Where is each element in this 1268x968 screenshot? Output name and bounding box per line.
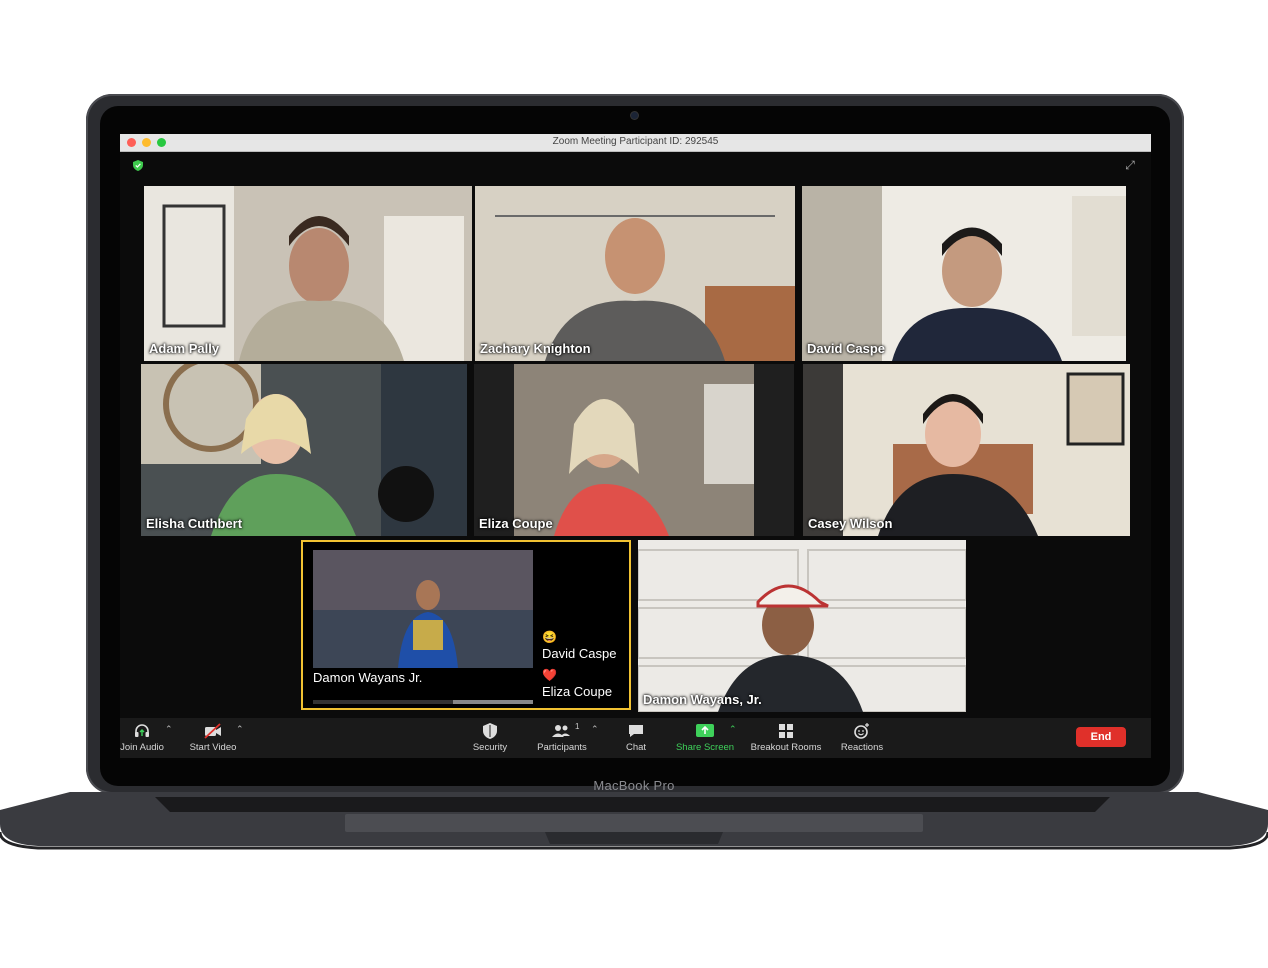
fullscreen-icon[interactable]: ⤢ — [1123, 158, 1137, 172]
participant-name: Adam Pally — [149, 341, 220, 356]
chat-bubble-icon — [629, 725, 643, 737]
participant-video — [475, 186, 795, 361]
heart-emoji-icon: ❤️ — [542, 668, 557, 682]
reaction-name: Eliza Coupe — [542, 684, 613, 699]
video-tile-zachary-knighton[interactable]: Zachary Knighton — [475, 186, 795, 361]
laughing-emoji-icon: 😆 — [542, 630, 557, 644]
shield-icon — [483, 723, 497, 739]
participants-button[interactable]: Participants — [533, 722, 591, 753]
participants-icon — [552, 725, 570, 737]
participant-name: Casey Wilson — [808, 516, 893, 531]
window-title: Zoom Meeting Participant ID: 292545 — [552, 136, 719, 147]
smiley-plus-icon — [854, 723, 869, 739]
headphones-icon — [135, 724, 149, 737]
video-tile-david-caspe[interactable]: David Caspe — [802, 186, 1126, 361]
share-screen-button[interactable]: Share Screen — [673, 722, 737, 753]
participants-label: Participants — [537, 742, 587, 753]
breakout-rooms-icon — [779, 724, 793, 738]
shared-video-clip — [313, 550, 533, 668]
reactions-label: Reactions — [840, 742, 884, 753]
participant-name: Zachary Knighton — [480, 341, 591, 356]
laptop-base — [0, 792, 1268, 850]
audio-options-caret[interactable]: ⌃ — [165, 724, 173, 735]
participant-video — [803, 364, 1130, 536]
participants-count: 1 — [575, 722, 580, 731]
participant-name: Damon Wayans, Jr. — [643, 692, 762, 707]
participant-video — [802, 186, 1126, 361]
security-button[interactable]: Security — [468, 722, 512, 753]
participant-name: Elisha Cuthbert — [146, 516, 243, 531]
participant-name: Eliza Coupe — [479, 516, 553, 531]
encryption-shield-icon[interactable] — [133, 160, 143, 171]
zoom-window: Zoom Meeting Participant ID: 292545 ⤢ Ad… — [120, 134, 1151, 758]
participant-video — [141, 364, 467, 536]
video-options-caret[interactable]: ⌃ — [236, 724, 244, 735]
reactions-button[interactable]: Reactions — [838, 722, 886, 753]
video-off-icon — [204, 723, 221, 739]
video-tile-damon-wayans-jr[interactable]: Damon Wayans, Jr. — [638, 540, 966, 712]
participant-name: David Caspe — [807, 341, 886, 356]
device-brand-label: MacBook Pro — [593, 778, 675, 793]
video-tile-elisha-cuthbert[interactable]: Elisha Cuthbert — [141, 364, 467, 536]
join-audio-label: Join Audio — [120, 742, 164, 753]
participants-options-caret[interactable]: ⌃ — [591, 724, 599, 735]
shared-video-frame — [313, 550, 533, 668]
video-progress-bar[interactable] — [313, 700, 533, 704]
title-bar: Zoom Meeting Participant ID: 292545 — [120, 134, 1151, 152]
share-screen-label: Share Screen — [675, 742, 735, 753]
shared-video-panel[interactable]: Damon Wayans Jr. 😆 David Caspe ❤️ Eliza … — [301, 540, 631, 710]
video-tile-casey-wilson[interactable]: Casey Wilson — [803, 364, 1130, 536]
join-audio-button[interactable]: Join Audio — [120, 722, 166, 753]
breakout-rooms-label: Breakout Rooms — [750, 742, 822, 753]
security-label: Security — [472, 742, 508, 753]
shared-video-caption: Damon Wayans Jr. — [313, 670, 423, 685]
start-video-button[interactable]: Start Video — [186, 722, 240, 753]
webcam — [631, 112, 638, 119]
reaction-name: David Caspe — [542, 646, 617, 661]
participant-video — [474, 364, 794, 536]
end-meeting-button[interactable]: End — [1076, 727, 1126, 747]
chat-button[interactable]: Chat — [620, 722, 652, 753]
video-progress-fill — [453, 700, 533, 704]
chat-label: Chat — [625, 742, 647, 753]
start-video-label: Start Video — [189, 742, 237, 753]
share-options-caret[interactable]: ⌃ — [729, 724, 737, 735]
meeting-controls-toolbar: Join Audio ⌃ Start Video ⌃ Security Part… — [120, 718, 1151, 758]
share-screen-icon — [696, 724, 714, 737]
participant-video — [144, 186, 472, 361]
video-tile-adam-pally[interactable]: Adam Pally — [144, 186, 472, 361]
breakout-rooms-button[interactable]: Breakout Rooms — [748, 722, 824, 753]
macbook-device: Zoom Meeting Participant ID: 292545 ⤢ Ad… — [0, 0, 1268, 968]
video-tile-eliza-coupe[interactable]: Eliza Coupe — [474, 364, 794, 536]
participant-video — [638, 540, 966, 712]
